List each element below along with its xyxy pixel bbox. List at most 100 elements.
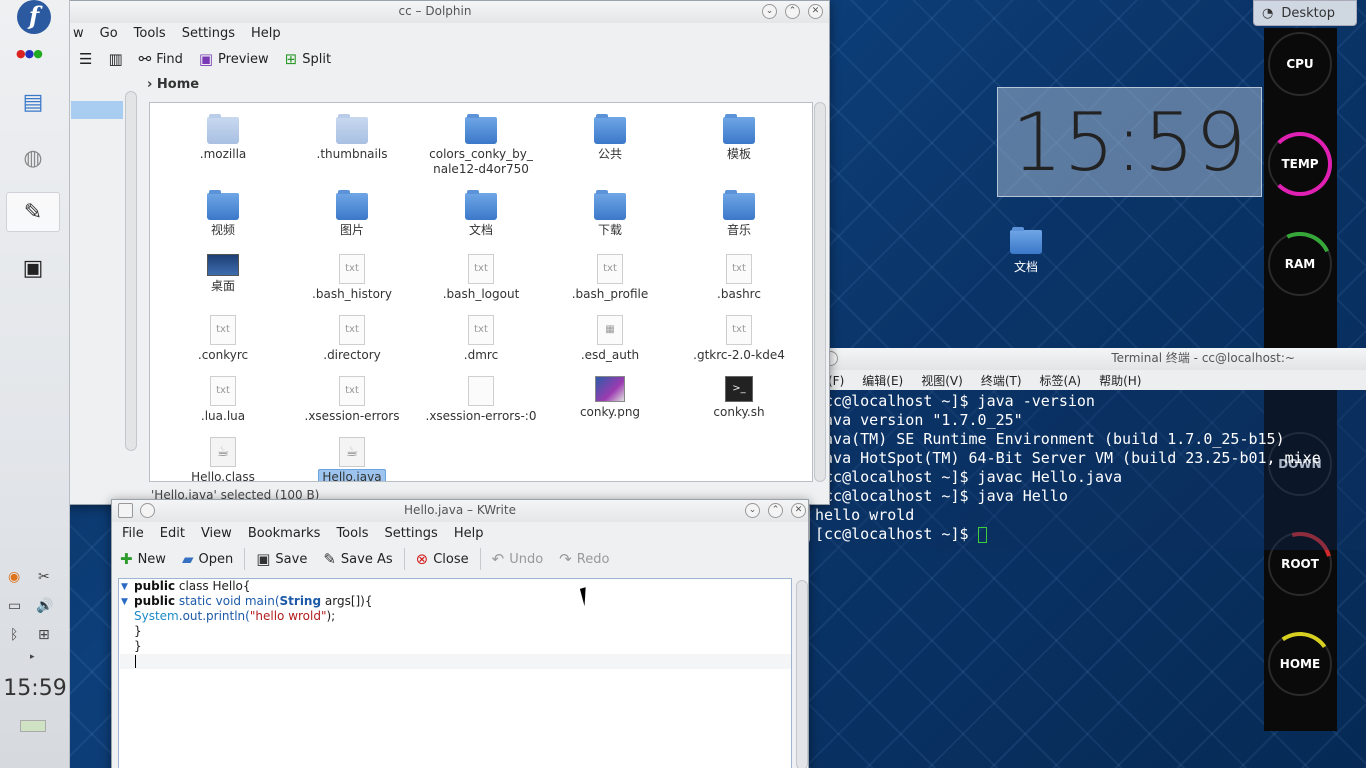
file-item[interactable]: txt .xsession-errors <box>288 376 416 424</box>
menu-settings[interactable]: Settings <box>376 526 445 541</box>
details-view-button[interactable]: ☰ <box>71 46 100 72</box>
file-item-selected[interactable]: ☕ Hello.java <box>288 437 416 481</box>
kwrite-launcher-icon[interactable]: ✎ <box>6 192 60 232</box>
file-item[interactable]: 图片 <box>288 190 416 238</box>
file-item[interactable]: 音乐 <box>675 190 803 238</box>
file-item[interactable]: 模板 <box>675 114 803 162</box>
file-name: .lua.lua <box>200 409 246 423</box>
sidebar-selected-item[interactable] <box>71 101 123 119</box>
preview-button[interactable]: ▣ Preview <box>191 46 277 72</box>
menu-tools[interactable]: Tools <box>126 26 174 41</box>
dolphin-titlebar[interactable]: cc – Dolphin ⌄ ⌃ ✕ <box>41 1 829 23</box>
menu-edit[interactable]: Edit <box>152 526 193 541</box>
file-item[interactable]: 文档 <box>417 190 545 238</box>
undo-button[interactable]: ↶ Undo <box>484 546 552 572</box>
file-item[interactable]: .thumbnails <box>288 114 416 162</box>
pager-icon[interactable] <box>20 720 46 732</box>
close-window-button[interactable]: ✕ <box>791 503 806 518</box>
folder-icon <box>594 114 626 144</box>
open-button[interactable]: ▰ Open <box>174 546 241 572</box>
dolphin-launcher-icon[interactable]: ▤ <box>6 82 60 122</box>
menu-terminal[interactable]: 终端(T) <box>972 370 1031 390</box>
fold-arrow-icon[interactable]: ▼ <box>121 582 128 592</box>
file-item[interactable]: txt .gtkrc-2.0-kde4 <box>675 315 803 363</box>
maximize-button[interactable]: ⌃ <box>785 4 800 19</box>
menu-bookmarks[interactable]: Bookmarks <box>240 526 329 541</box>
firefox-launcher-icon[interactable]: ◍ <box>6 138 60 178</box>
file-item[interactable]: txt .directory <box>288 315 416 363</box>
terminal-output[interactable]: [cc@localhost ~]$ java -version java ver… <box>795 390 1366 550</box>
save-button[interactable]: ▣ Save <box>248 546 315 572</box>
file-item[interactable]: txt .bashrc <box>675 254 803 302</box>
fold-arrow-icon[interactable]: ▼ <box>121 597 128 607</box>
sidebar-scrollbar[interactable] <box>125 91 137 451</box>
breadcrumb[interactable]: › Home <box>147 77 199 92</box>
redo-button[interactable]: ↷ Redo <box>551 546 617 572</box>
activities-icon[interactable]: ●●● <box>16 47 43 60</box>
code-editor[interactable]: ▼ ▼ public class Hello{ public static vo… <box>118 578 792 768</box>
file-view[interactable]: .mozilla .thumbnails colors_conky_by_ nal… <box>149 102 813 482</box>
update-icon[interactable]: ◉ <box>8 569 20 585</box>
file-item[interactable]: txt .dmrc <box>417 315 545 363</box>
find-button[interactable]: ⚯ Find <box>131 46 191 72</box>
file-item[interactable]: txt .lua.lua <box>159 376 287 424</box>
file-name: 模板 <box>726 147 751 161</box>
file-name: Hello.java <box>318 469 386 481</box>
split-view-button[interactable]: ▥ <box>100 46 130 72</box>
file-item[interactable]: 下载 <box>546 190 674 238</box>
new-button[interactable]: ✚ New <box>112 546 174 572</box>
file-item[interactable]: txt .bash_profile <box>546 254 674 302</box>
minimize-button[interactable]: ⌄ <box>745 503 760 518</box>
file-item[interactable]: txt .bash_logout <box>417 254 545 302</box>
keyboard-icon[interactable]: ▭ <box>8 598 21 614</box>
panel-clock[interactable]: 15:59 <box>0 676 70 701</box>
terminal-window[interactable]: Terminal 终端 - cc@localhost:~ 文件(F) 编辑(E)… <box>795 348 1366 550</box>
file-view-scrollbar[interactable] <box>814 102 826 482</box>
file-item[interactable]: 桌面 <box>159 254 287 294</box>
file-item[interactable]: ▦ .esd_auth <box>546 315 674 363</box>
save-as-button[interactable]: ✎ Save As <box>315 546 400 572</box>
desktop-toolbox-button[interactable]: ◔ Desktop <box>1253 0 1357 26</box>
desktop-folder-icon[interactable]: 文档 <box>1000 227 1052 275</box>
menu-go[interactable]: Go <box>92 26 126 41</box>
menu-tools[interactable]: Tools <box>328 526 376 541</box>
menu-tabs[interactable]: 标签(A) <box>1031 370 1091 390</box>
fedora-menu-icon[interactable]: f <box>17 0 51 34</box>
network-icon[interactable]: ⊞ <box>38 627 50 643</box>
menu-help[interactable]: Help <box>243 26 289 41</box>
file-item[interactable]: >_ conky.sh <box>675 376 803 420</box>
file-item[interactable]: 公共 <box>546 114 674 162</box>
menu-help[interactable]: 帮助(H) <box>1090 370 1150 390</box>
scissors-icon[interactable]: ✂ <box>38 569 50 585</box>
terminal-launcher-icon[interactable]: ▣ <box>6 248 60 288</box>
menu-view[interactable]: 视图(V) <box>912 370 972 390</box>
close-button[interactable]: ⊗ Close <box>408 546 477 572</box>
tray-expand-icon[interactable]: ▸ <box>30 652 35 662</box>
file-item[interactable]: 视频 <box>159 190 287 238</box>
menu-settings[interactable]: Settings <box>174 26 243 41</box>
file-item[interactable]: conky.png <box>546 376 674 420</box>
kwrite-titlebar[interactable]: Hello.java – KWrite ⌄ ⌃ ✕ <box>112 500 808 522</box>
file-item[interactable]: txt .bash_history <box>288 254 416 302</box>
menu-edit[interactable]: 编辑(E) <box>853 370 912 390</box>
maximize-button[interactable]: ⌃ <box>768 503 783 518</box>
bluetooth-icon[interactable]: ᛒ <box>10 627 18 643</box>
minimize-button[interactable]: ⌄ <box>762 4 777 19</box>
kwrite-window[interactable]: Hello.java – KWrite ⌄ ⌃ ✕ File Edit View… <box>111 499 809 768</box>
file-item[interactable]: colors_conky_by_ nale12-d4or750 <box>417 114 545 177</box>
menu-view[interactable]: View <box>193 526 240 541</box>
file-item[interactable]: .mozilla <box>159 114 287 162</box>
volume-icon[interactable]: 🔊 <box>36 598 53 614</box>
file-item[interactable]: txt .conkyrc <box>159 315 287 363</box>
split-button[interactable]: ⊞ Split <box>277 46 339 72</box>
close-button[interactable]: ✕ <box>808 4 823 19</box>
menu-help[interactable]: Help <box>446 526 492 541</box>
menu-file[interactable]: File <box>114 526 152 541</box>
text-file-icon: txt <box>726 315 752 345</box>
file-item[interactable]: ☕ Hello.class <box>159 437 287 481</box>
window-menu-button[interactable] <box>140 503 155 518</box>
editor-scrollbar[interactable] <box>796 580 808 768</box>
terminal-titlebar[interactable]: Terminal 终端 - cc@localhost:~ <box>795 348 1366 370</box>
file-item[interactable]: . .xsession-errors-:0 <box>417 376 545 424</box>
dolphin-window[interactable]: cc – Dolphin ⌄ ⌃ ✕ w Go Tools Settings H… <box>40 0 830 505</box>
